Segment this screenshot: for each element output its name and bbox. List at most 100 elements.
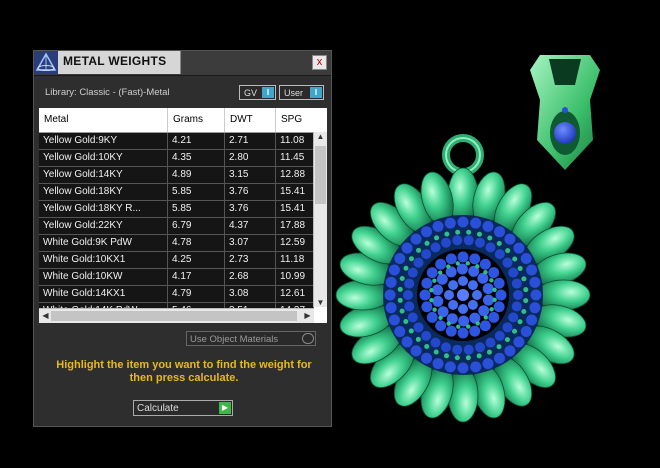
table-row[interactable]: White Gold:10KX1 4.25 2.73 11.18 [39,252,314,269]
gem [476,231,482,237]
gem [403,265,409,271]
gem [397,286,403,292]
table-cell: Yellow Gold:14KY [39,167,168,183]
gem [457,327,469,339]
gem [446,264,451,269]
gem [482,358,494,370]
gem [505,248,511,254]
gem [523,298,529,304]
gem [424,344,430,350]
gem [469,325,481,337]
gem [477,272,489,284]
gem [404,301,415,312]
table-cell: 15.41 [276,201,314,217]
gem [421,277,433,289]
gem [413,257,424,268]
table-cell: Yellow Gold:18KY R... [39,201,168,217]
gem [466,324,471,329]
close-icon[interactable]: x [312,55,327,70]
gem [475,321,480,326]
gem [502,257,513,268]
gv-toggle-label: GV [244,88,258,98]
gem [520,326,532,337]
gem [508,267,519,278]
gem [385,302,397,314]
gem [445,325,457,337]
gem [508,312,519,323]
gem [399,276,405,282]
bail-charm [530,55,600,170]
vertical-scroll-thumb[interactable] [315,146,326,204]
table-row[interactable]: White Gold:10KW 4.17 2.68 10.99 [39,269,314,286]
gem [426,267,438,279]
table-cell: Yellow Gold:10KY [39,150,168,166]
table-cell: 2.73 [225,252,276,268]
table-cell: 4.79 [168,286,225,302]
gem [403,290,413,300]
gem [458,276,468,286]
gem [455,229,461,235]
user-toggle[interactable]: User I [279,85,324,100]
table-cell: 10.99 [276,269,314,285]
gem [421,301,433,313]
table-row[interactable]: White Gold:9K PdW 4.78 3.07 12.59 [39,235,314,252]
gem [448,299,459,310]
table-row[interactable]: Yellow Gold:10KY 4.35 2.80 11.45 [39,150,314,167]
table-row[interactable]: Yellow Gold:22KY 6.79 4.37 17.88 [39,218,314,235]
gem [502,322,513,333]
table-row[interactable]: Yellow Gold:9KY 4.21 2.71 11.08 [39,133,314,150]
table-cell: White Gold:10KX1 [39,252,168,268]
gem [511,278,522,289]
table-row[interactable]: Yellow Gold:18KY 5.85 3.76 15.41 [39,184,314,201]
gem [432,358,444,370]
use-object-materials-toggle[interactable]: Use Object Materials [186,331,316,346]
column-header-spg[interactable]: SPG [276,108,314,132]
calculate-label: Calculate [137,403,179,414]
scroll-up-icon[interactable]: ▲ [314,132,327,141]
table-cell: 2.71 [225,133,276,149]
gem [489,278,494,283]
vertical-scrollbar[interactable]: ▲ ▼ [313,132,327,307]
column-header-grams[interactable]: Grams [168,108,225,132]
gem [470,361,482,373]
gem [496,344,502,350]
gem [494,330,505,341]
table-row[interactable]: Yellow Gold:18KY R... 5.85 3.76 15.41 [39,201,314,218]
gem [469,253,481,265]
gem [401,336,413,348]
table-cell: 2.80 [225,150,276,166]
gv-toggle[interactable]: GV I [239,85,276,100]
column-header-metal[interactable]: Metal [39,108,168,132]
horizontal-scroll-thumb[interactable] [51,311,297,321]
table-row[interactable]: Yellow Gold:14KY 4.89 3.15 12.88 [39,167,314,184]
gem [432,307,437,312]
gem [479,320,491,332]
column-header-dwt[interactable]: DWT [225,108,276,132]
gem [483,270,488,275]
scroll-right-icon[interactable]: ▶ [301,311,314,320]
gem [486,349,492,355]
table-cell: 4.78 [168,235,225,251]
gem [487,235,493,241]
table-row[interactable]: White Gold:14KX1 4.79 3.08 12.61 [39,286,314,303]
center-gem [457,289,469,301]
gem [408,256,414,262]
gem [426,311,438,323]
gem [474,237,485,248]
gem [445,253,457,265]
gem [482,283,494,295]
table-cell: White Gold:14KX1 [39,286,168,302]
gem [476,353,482,359]
gem [437,306,449,318]
gem [494,249,505,260]
gem [444,231,450,237]
gem [401,242,413,254]
calculate-button[interactable]: Calculate ▶ [133,400,233,416]
table-cell: 3.76 [225,201,276,217]
scroll-down-icon[interactable]: ▼ [314,298,327,307]
horizontal-scrollbar[interactable]: ◀ ▶ [39,308,314,323]
title-bar[interactable]: METAL WEIGHTS x [34,51,331,76]
gem [446,321,451,326]
gem [482,220,494,232]
table-cell: 12.61 [276,286,314,302]
